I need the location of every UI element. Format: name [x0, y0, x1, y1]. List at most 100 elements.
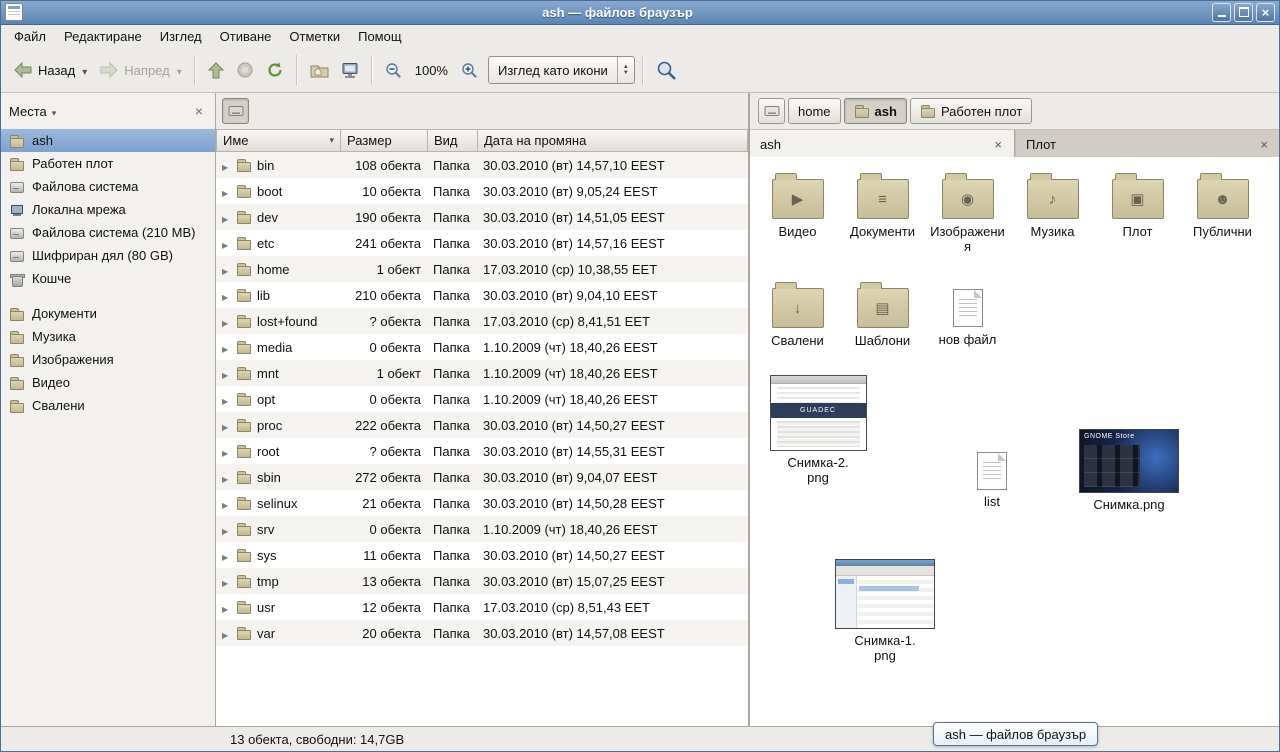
- menu-item[interactable]: Отметки: [280, 26, 349, 47]
- table-row[interactable]: boot 10 обекта Папка 30.03.2010 (вт) 9,0…: [216, 178, 748, 204]
- table-row[interactable]: var 20 обекта Папка 30.03.2010 (вт) 14,5…: [216, 620, 748, 646]
- icon-view[interactable]: Видео Документи Изображения: [750, 157, 1280, 726]
- icon-grid-item[interactable]: Шаблони: [840, 280, 925, 348]
- expander-icon[interactable]: [222, 444, 231, 459]
- image-item-shot[interactable]: GNOME Store Снимка.png: [1074, 429, 1184, 512]
- sidebar-item[interactable]: Свалени: [0, 394, 215, 417]
- menu-item[interactable]: Редактиране: [55, 26, 151, 47]
- zoom-out-button[interactable]: [380, 58, 407, 83]
- table-row[interactable]: usr 12 обекта Папка 17.03.2010 (ср) 8,51…: [216, 594, 748, 620]
- tab-close-icon[interactable]: [1258, 137, 1270, 152]
- expander-icon[interactable]: [222, 366, 231, 381]
- expander-icon[interactable]: [222, 392, 231, 407]
- icon-grid-item[interactable]: Плот: [1095, 171, 1180, 254]
- sidebar-item[interactable]: Файлова система: [0, 175, 215, 198]
- expander-icon[interactable]: [222, 418, 231, 433]
- table-row[interactable]: root ? обекта Папка 30.03.2010 (вт) 14,5…: [216, 438, 748, 464]
- combo-spinner-icons[interactable]: [617, 57, 634, 83]
- root-crumb-button[interactable]: [758, 98, 785, 124]
- back-history-chevron-icon[interactable]: [80, 63, 87, 78]
- expander-icon[interactable]: [222, 470, 231, 485]
- forward-history-chevron-icon[interactable]: [175, 63, 182, 78]
- table-row[interactable]: etc 241 обекта Папка 30.03.2010 (вт) 14,…: [216, 230, 748, 256]
- filesystem-crumb-button[interactable]: [222, 98, 249, 124]
- current-crumb-button[interactable]: ash: [844, 98, 907, 124]
- tab-ash[interactable]: ash: [750, 130, 1015, 158]
- expander-icon[interactable]: [222, 522, 231, 537]
- table-row[interactable]: opt 0 обекта Папка 1.10.2009 (чт) 18,40,…: [216, 386, 748, 412]
- table-row[interactable]: mnt 1 обект Папка 1.10.2009 (чт) 18,40,2…: [216, 360, 748, 386]
- sidebar-item[interactable]: Кошче: [0, 267, 215, 290]
- home-button[interactable]: [305, 58, 334, 82]
- desktop-crumb-button[interactable]: Работен плот: [910, 98, 1032, 124]
- table-row[interactable]: lost+found ? обекта Папка 17.03.2010 (ср…: [216, 308, 748, 334]
- expander-icon[interactable]: [222, 600, 231, 615]
- tab-desktop[interactable]: Плот: [1015, 130, 1280, 158]
- expander-icon[interactable]: [222, 496, 231, 511]
- home-crumb-button[interactable]: home: [788, 98, 841, 124]
- icon-grid-item[interactable]: Изображения: [925, 171, 1010, 254]
- table-row[interactable]: media 0 обекта Папка 1.10.2009 (чт) 18,4…: [216, 334, 748, 360]
- table-row[interactable]: sys 11 обекта Папка 30.03.2010 (вт) 14,5…: [216, 542, 748, 568]
- view-mode-combo[interactable]: Изглед като икони: [488, 56, 635, 84]
- expander-icon[interactable]: [222, 314, 231, 329]
- column-header-size[interactable]: Размер: [341, 129, 428, 152]
- menu-item[interactable]: Отиване: [211, 26, 281, 47]
- icon-grid-item[interactable]: нов файл: [925, 280, 1010, 348]
- column-header-type[interactable]: Вид: [428, 129, 478, 152]
- image-item-shot1[interactable]: Снимка-1.png: [830, 559, 940, 663]
- column-header-name[interactable]: Име: [216, 129, 341, 152]
- icon-grid-item[interactable]: Документи: [840, 171, 925, 254]
- menu-item[interactable]: Изглед: [151, 26, 211, 47]
- table-row[interactable]: selinux 21 обекта Папка 30.03.2010 (вт) …: [216, 490, 748, 516]
- icon-grid-item[interactable]: Публични: [1180, 171, 1265, 254]
- sidebar-close-icon[interactable]: [192, 103, 206, 119]
- table-row[interactable]: home 1 обект Папка 17.03.2010 (ср) 10,38…: [216, 256, 748, 282]
- up-button[interactable]: [203, 57, 229, 83]
- stop-button[interactable]: [231, 57, 259, 83]
- menu-item[interactable]: Помощ: [349, 26, 410, 47]
- expander-icon[interactable]: [222, 210, 231, 225]
- table-row[interactable]: sbin 272 обекта Папка 30.03.2010 (вт) 9,…: [216, 464, 748, 490]
- expander-icon[interactable]: [222, 184, 231, 199]
- expander-icon[interactable]: [222, 626, 231, 641]
- forward-button[interactable]: Напред: [94, 58, 186, 82]
- expander-icon[interactable]: [222, 236, 231, 251]
- zoom-in-button[interactable]: [456, 58, 483, 83]
- sidebar-item[interactable]: ash: [0, 129, 215, 152]
- sidebar-title-combo[interactable]: Места: [9, 104, 56, 119]
- table-row[interactable]: bin 108 обекта Папка 30.03.2010 (вт) 14,…: [216, 152, 748, 178]
- table-row[interactable]: srv 0 обекта Папка 1.10.2009 (чт) 18,40,…: [216, 516, 748, 542]
- minimize-button[interactable]: [1212, 3, 1231, 22]
- sidebar-item[interactable]: Видео: [0, 371, 215, 394]
- sidebar-item[interactable]: Файлова система (210 MB): [0, 221, 215, 244]
- expander-icon[interactable]: [222, 158, 231, 173]
- expander-icon[interactable]: [222, 340, 231, 355]
- computer-button[interactable]: [336, 58, 364, 83]
- file-item-list[interactable]: list: [960, 443, 1024, 509]
- column-header-date[interactable]: Дата на промяна: [478, 129, 748, 152]
- icon-grid-item[interactable]: Свалени: [755, 280, 840, 348]
- titlebar[interactable]: ash — файлов браузър: [0, 0, 1280, 25]
- sidebar-item[interactable]: Работен плот: [0, 152, 215, 175]
- table-row[interactable]: lib 210 обекта Папка 30.03.2010 (вт) 9,0…: [216, 282, 748, 308]
- tab-close-icon[interactable]: [992, 137, 1004, 152]
- sidebar-item[interactable]: Шифриран дял (80 GB): [0, 244, 215, 267]
- back-button[interactable]: Назад: [8, 58, 92, 82]
- reload-button[interactable]: [261, 57, 289, 83]
- image-item-shot2[interactable]: GUADEC Снимка-2.png: [766, 375, 870, 485]
- table-row[interactable]: tmp 13 обекта Папка 30.03.2010 (вт) 15,0…: [216, 568, 748, 594]
- sidebar-item[interactable]: Изображения: [0, 348, 215, 371]
- sidebar-item[interactable]: Документи: [0, 302, 215, 325]
- expander-icon[interactable]: [222, 288, 231, 303]
- sidebar-item[interactable]: Локална мрежа: [0, 198, 215, 221]
- search-button[interactable]: [651, 56, 682, 85]
- close-button[interactable]: [1256, 3, 1275, 22]
- menu-item[interactable]: Файл: [5, 26, 55, 47]
- expander-icon[interactable]: [222, 262, 231, 277]
- table-row[interactable]: dev 190 обекта Папка 30.03.2010 (вт) 14,…: [216, 204, 748, 230]
- icon-grid-item[interactable]: Музика: [1010, 171, 1095, 254]
- window-menu-icon[interactable]: [5, 3, 23, 21]
- icon-grid-item[interactable]: Видео: [755, 171, 840, 254]
- maximize-button[interactable]: [1234, 3, 1253, 22]
